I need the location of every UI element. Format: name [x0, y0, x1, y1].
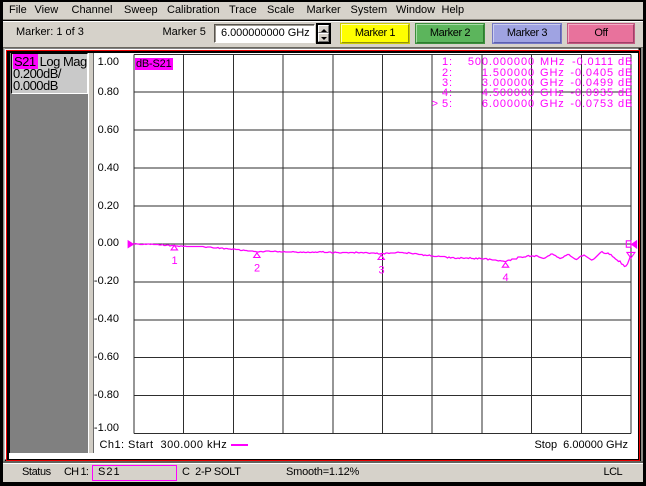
svg-text:3: 3: [379, 265, 385, 277]
svg-text:2: 2: [254, 263, 260, 275]
svg-text:1: 1: [172, 255, 178, 267]
svg-text:4: 4: [503, 272, 509, 284]
